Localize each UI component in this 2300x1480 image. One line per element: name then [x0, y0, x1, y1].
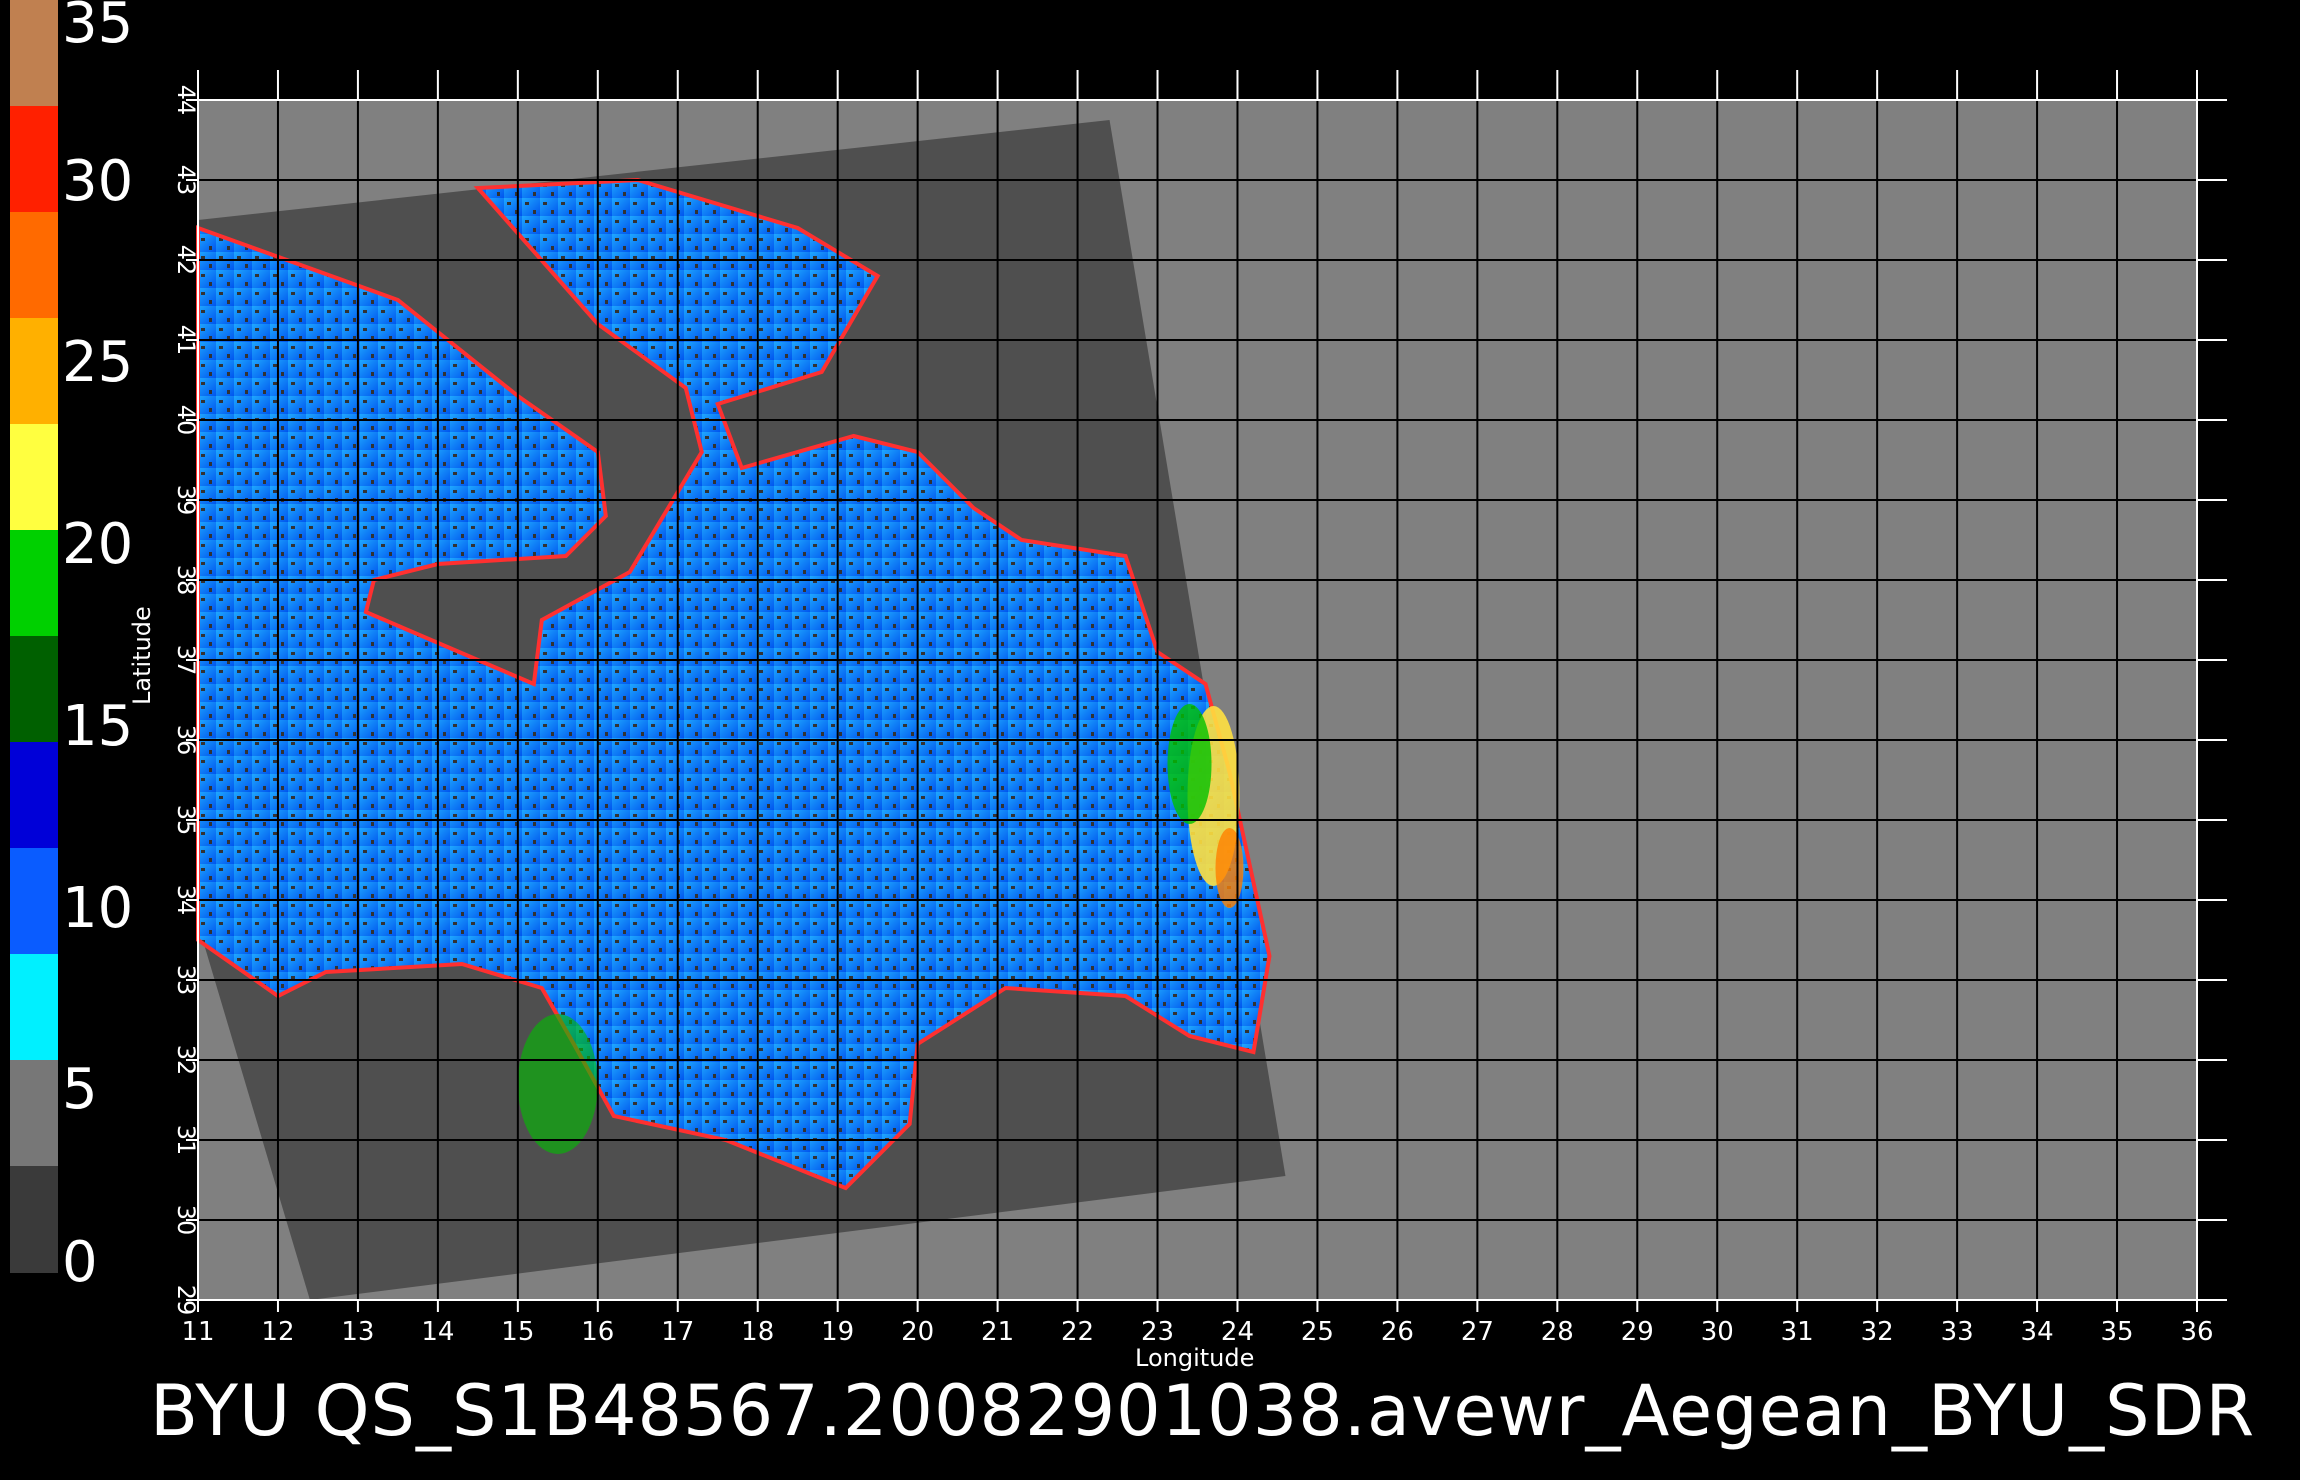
lat-tick-label: 32 — [172, 1045, 200, 1076]
lon-tick-label: 34 — [2021, 1317, 2054, 1347]
lat-tick-label: 34 — [172, 885, 200, 916]
lon-tick-label: 16 — [581, 1317, 614, 1347]
lon-tick-label: 25 — [1301, 1317, 1334, 1347]
lat-tick-label: 37 — [172, 645, 200, 676]
lon-tick-label: 22 — [1061, 1317, 1094, 1347]
lon-tick-label: 33 — [1941, 1317, 1974, 1347]
lat-tick-label: 43 — [172, 165, 200, 196]
lon-tick-label: 35 — [2100, 1317, 2133, 1347]
lon-tick-label: 14 — [421, 1317, 454, 1347]
lon-tick-label: 13 — [341, 1317, 374, 1347]
lon-tick-label: 20 — [901, 1317, 934, 1347]
lon-tick-label: 18 — [741, 1317, 774, 1347]
lon-tick-label: 12 — [261, 1317, 294, 1347]
high-wind-patch — [517, 1014, 598, 1154]
lat-tick-label: 36 — [172, 725, 200, 756]
lon-tick-label: 11 — [181, 1317, 214, 1347]
lon-tick-label: 36 — [2180, 1317, 2213, 1347]
wind-map: 11 12 13 14 15 16 17 18 19 20 21 22 23 24 25 26 27 28 29 30… — [172, 70, 2227, 1347]
lon-tick-label: 32 — [1861, 1317, 1894, 1347]
map-figure: 0 5 10 15 20 25 30 35 11 12 13 14 15 16 17 18 19 20 21 22 2… — [0, 0, 2300, 1480]
lon-tick-label: 27 — [1461, 1317, 1494, 1347]
lat-tick-label: 39 — [172, 485, 200, 516]
y-axis-title: Latitude — [128, 606, 156, 705]
lat-tick-label: 35 — [172, 805, 200, 836]
lat-tick-label: 41 — [172, 325, 200, 356]
high-wind-patch — [1215, 828, 1244, 908]
lon-tick-label: 29 — [1621, 1317, 1654, 1347]
lat-tick-label: 29 — [172, 1285, 200, 1316]
lon-tick-label: 30 — [1701, 1317, 1734, 1347]
lat-tick-label: 38 — [172, 565, 200, 596]
high-wind-patch — [1167, 704, 1212, 824]
lon-tick-label: 17 — [661, 1317, 694, 1347]
lat-tick-label: 30 — [172, 1205, 200, 1236]
lat-tick-label: 42 — [172, 245, 200, 276]
lon-tick-label: 21 — [981, 1317, 1014, 1347]
lon-tick-label: 26 — [1381, 1317, 1414, 1347]
lon-tick-label: 24 — [1221, 1317, 1254, 1347]
lon-tick-label: 31 — [1781, 1317, 1814, 1347]
lon-tick-label: 23 — [1141, 1317, 1174, 1347]
figure-title: BYU QS_S1B48567.20082901038.avewr_Aegean… — [150, 1370, 2256, 1452]
lat-tick-label: 33 — [172, 965, 200, 996]
x-axis-title: Longitude — [1135, 1344, 1255, 1372]
lat-tick-label: 44 — [172, 85, 200, 116]
lon-tick-label: 28 — [1541, 1317, 1574, 1347]
lon-tick-label: 19 — [821, 1317, 854, 1347]
lat-tick-label: 40 — [172, 405, 200, 436]
lat-tick-label: 31 — [172, 1125, 200, 1156]
lon-tick-label: 15 — [501, 1317, 534, 1347]
